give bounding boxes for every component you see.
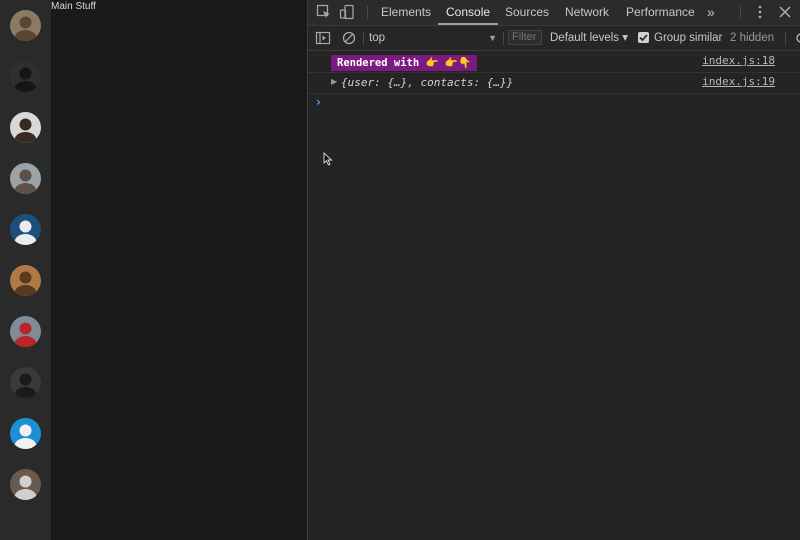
console-message: Rendered with 👉 👉👇 index.js:18 — [308, 51, 800, 73]
console-message: ▶ {user: {…}, contacts: {…}} index.js:19 — [308, 72, 800, 94]
contact-avatar[interactable] — [10, 112, 41, 143]
console-toolbar: top ▼ Default levels ▾ Group similar 2 h… — [308, 26, 800, 51]
app-pane: Main Stuff — [0, 0, 307, 540]
toolbar-divider — [367, 6, 368, 19]
device-toolbar-icon[interactable] — [339, 4, 355, 20]
tab-elements[interactable]: Elements — [381, 0, 431, 25]
source-link[interactable]: index.js:18 — [702, 54, 775, 67]
contact-sidebar — [0, 0, 51, 540]
contact-avatar[interactable] — [10, 469, 41, 500]
log-levels-dropdown[interactable]: Default levels ▾ — [550, 26, 628, 50]
inspect-element-icon[interactable] — [316, 4, 332, 20]
contact-avatar[interactable] — [10, 418, 41, 449]
settings-gear-icon[interactable] — [790, 30, 800, 46]
contact-avatar[interactable] — [10, 163, 41, 194]
sidebar-toggle-icon[interactable] — [315, 30, 331, 46]
devtools-tab-bar: Elements Console Sources Network Perform… — [308, 0, 800, 26]
contact-avatar[interactable] — [10, 367, 41, 398]
app-title: Main Stuff — [51, 1, 96, 12]
contact-avatar[interactable] — [10, 61, 41, 92]
group-similar-checkbox[interactable] — [638, 32, 649, 43]
kebab-menu-icon[interactable] — [752, 4, 768, 20]
contact-avatar[interactable] — [10, 10, 41, 41]
tab-console[interactable]: Console — [437, 0, 499, 25]
toolbar-divider — [740, 6, 741, 19]
toolbar-divider — [363, 32, 364, 45]
toolbar-divider — [503, 32, 504, 45]
devtools-panel: Elements Console Sources Network Perform… — [307, 0, 800, 540]
console-prompt-icon[interactable]: › — [316, 95, 321, 109]
mouse-cursor-icon — [323, 151, 333, 170]
toolbar-divider — [785, 32, 786, 45]
contact-avatar[interactable] — [10, 265, 41, 296]
chevron-down-icon: ▼ — [488, 33, 497, 43]
hidden-count: 2 hidden — [730, 32, 775, 44]
contact-avatar[interactable] — [10, 214, 41, 245]
filter-input[interactable] — [508, 30, 542, 45]
more-tabs-button[interactable]: » — [707, 0, 715, 25]
source-link[interactable]: index.js:19 — [702, 75, 775, 88]
context-value: top — [369, 32, 385, 44]
clear-console-icon[interactable] — [341, 30, 357, 46]
group-similar-label: Group similar — [654, 32, 723, 44]
console-output: Rendered with 👉 👉👇 index.js:18 ▶ {user: … — [308, 51, 800, 540]
tab-sources[interactable]: Sources — [505, 0, 549, 25]
tab-network[interactable]: Network — [565, 0, 609, 25]
expand-triangle-icon[interactable]: ▶ — [331, 77, 337, 86]
object-preview[interactable]: {user: {…}, contacts: {…}} — [341, 76, 513, 89]
context-select[interactable]: top ▼ — [369, 26, 497, 50]
contact-avatar[interactable] — [10, 316, 41, 347]
close-icon[interactable] — [777, 4, 793, 20]
tab-performance[interactable]: Performance — [626, 0, 695, 25]
styled-log-text: Rendered with 👉 👉👇 — [331, 55, 478, 71]
